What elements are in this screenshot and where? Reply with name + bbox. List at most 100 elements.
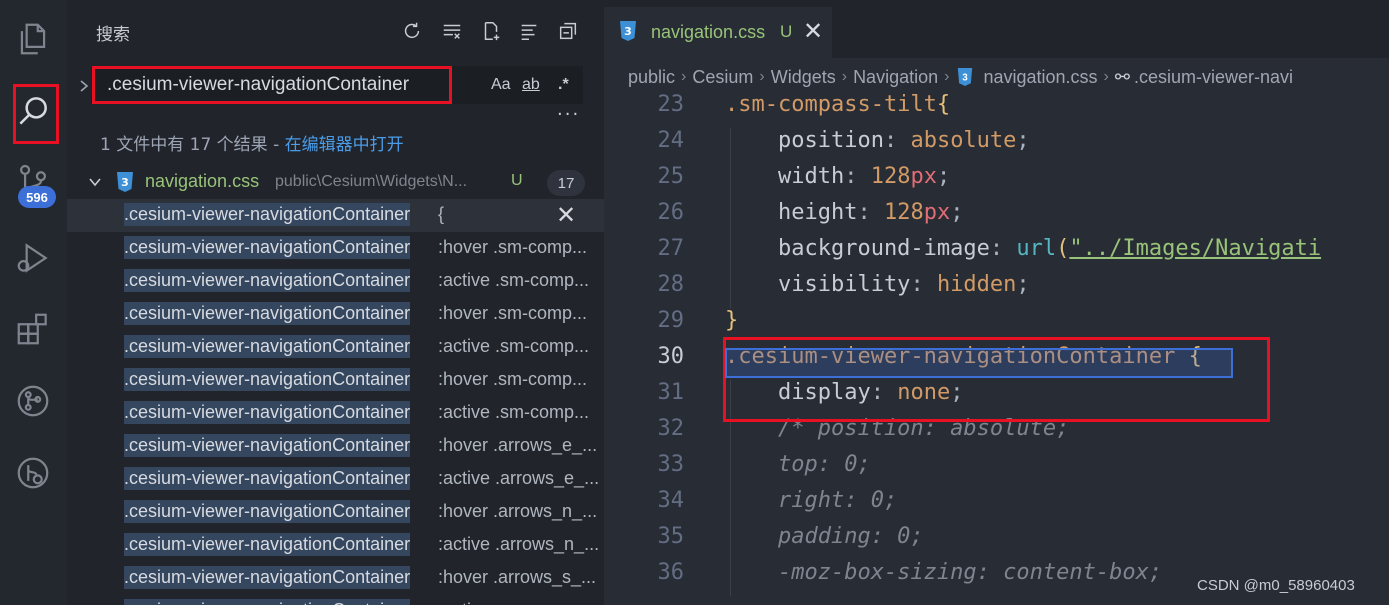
run-debug-icon[interactable] xyxy=(8,233,58,283)
code-line: height: 128px; xyxy=(725,200,963,225)
code-line: right: 0; xyxy=(725,488,897,513)
result-file-row[interactable]: 3 navigation.css public\Cesium\Widgets\N… xyxy=(67,168,604,198)
match-case-option[interactable]: Aa xyxy=(491,72,511,98)
breadcrumb-item[interactable]: Widgets xyxy=(771,67,836,88)
new-search-editor-icon[interactable] xyxy=(478,18,504,44)
code-token: } xyxy=(725,308,739,333)
result-match-text: .cesium-viewer-navigationContainer xyxy=(124,599,411,605)
result-match-text: .cesium-viewer-navigationContainer xyxy=(124,203,411,226)
search-result-item[interactable]: .cesium-viewer-navigationContainer :activ… xyxy=(67,397,604,430)
line-number: 32 xyxy=(657,416,685,441)
breadcrumb-separator-icon: › xyxy=(759,68,765,85)
result-match-text: .cesium-viewer-navigationContainer xyxy=(124,500,411,523)
use-regex-option[interactable]: .* xyxy=(558,72,569,98)
result-file-name: navigation.css xyxy=(145,171,260,191)
breadcrumb-item[interactable]: Cesium xyxy=(692,67,753,88)
code-token: absolute xyxy=(910,128,1017,153)
line-number: 34 xyxy=(657,488,685,513)
search-result-item[interactable]: .cesium-viewer-navigationContainer:activ… xyxy=(67,331,604,364)
code-token: 128 xyxy=(870,164,911,189)
result-context-text: :hover .arrows_s_... xyxy=(438,567,597,587)
search-result-item[interactable]: .cesium-viewer-navigationContainer:activ… xyxy=(67,463,604,496)
search-result-item[interactable]: .cesium-viewer-navigationContainer :activ… xyxy=(67,529,604,562)
refresh-icon[interactable] xyxy=(399,18,425,44)
result-context-text: :active .arrows_e_... xyxy=(438,468,600,488)
search-result-item[interactable]: .cesium-viewer-navigationContainer:hover… xyxy=(67,364,604,397)
line-number: 31 xyxy=(657,380,685,405)
result-count-badge: 17 xyxy=(547,170,585,196)
result-context-text: :hover .sm-comp... xyxy=(438,237,588,257)
breadcrumb-item[interactable]: Navigation xyxy=(853,67,938,88)
line-number: 30 xyxy=(657,344,685,369)
result-context-text: :active .sm-comp... xyxy=(438,402,590,422)
search-result-item[interactable]: .cesium-viewer-navigationContainer:hover… xyxy=(67,430,604,463)
search-result-item[interactable]: .cesium-viewer-navigationContainer {✕ xyxy=(67,199,604,232)
code-token: width xyxy=(725,164,845,189)
code-token: ; xyxy=(1016,128,1030,153)
chevron-down-icon[interactable] xyxy=(87,174,103,190)
result-file-status: U xyxy=(511,172,523,189)
view-as-tree-icon[interactable] xyxy=(516,18,542,44)
clear-results-icon[interactable] xyxy=(439,18,465,44)
toggle-replace-icon[interactable] xyxy=(77,76,91,96)
code-token: url xyxy=(1016,236,1057,261)
sidebar-title: 搜索 xyxy=(96,25,130,45)
line-number: 26 xyxy=(657,200,685,225)
result-match-text: .cesium-viewer-navigationContainer xyxy=(124,269,411,292)
code-token: : xyxy=(989,236,1017,261)
match-whole-word-option[interactable]: ab xyxy=(522,72,540,98)
result-context-text: :active .arrows_n_... xyxy=(438,534,600,554)
symbol-class-icon: ⚯ xyxy=(1114,66,1130,87)
watermark: CSDN @m0_58960403 xyxy=(1197,577,1355,594)
close-icon[interactable]: ✕ xyxy=(803,17,823,45)
selection-highlight xyxy=(725,348,1233,378)
explorer-icon[interactable] xyxy=(8,14,58,64)
breadcrumb-item[interactable]: .cesium-viewer-navi xyxy=(1134,67,1293,88)
search-result-item[interactable]: .cesium-viewer-navigationContainer :activ… xyxy=(67,595,604,605)
svg-text:3: 3 xyxy=(624,25,632,38)
search-input[interactable] xyxy=(92,66,452,104)
search-result-item[interactable]: .cesium-viewer-navigationContainer:hover… xyxy=(67,232,604,265)
search-result-item[interactable]: .cesium-viewer-navigationContainer:activ… xyxy=(67,265,604,298)
source-control-badge: 596 xyxy=(18,186,56,208)
result-match-text: .cesium-viewer-navigationContainer xyxy=(124,533,411,556)
breadcrumb-item[interactable]: navigation.css xyxy=(983,67,1097,88)
code-line: -moz-box-sizing: content-box; xyxy=(725,560,1162,585)
collapse-all-icon[interactable] xyxy=(555,18,581,44)
tab-status: U xyxy=(780,22,793,41)
css-file-icon: 3 xyxy=(955,66,975,88)
code-token: "../Images/Navigati xyxy=(1069,236,1322,261)
result-match-text: .cesium-viewer-navigationContainer xyxy=(124,434,411,457)
more-options-icon[interactable]: ··· xyxy=(557,104,580,125)
tab-navigation-css[interactable]: 3 navigation.css U ✕ xyxy=(604,7,832,58)
code-token: ; xyxy=(1016,272,1030,297)
code-token: .sm-compass-tilt xyxy=(725,92,937,117)
result-context-text: :hover .sm-comp... xyxy=(438,369,588,389)
search-result-item[interactable]: .cesium-viewer-navigationContainer:hover… xyxy=(67,298,604,331)
extensions-icon[interactable] xyxy=(8,304,58,354)
code-token: height xyxy=(725,200,858,225)
dismiss-result-icon[interactable]: ✕ xyxy=(556,201,576,230)
result-match-text: .cesium-viewer-navigationContainer xyxy=(124,401,411,424)
git-graph-icon[interactable] xyxy=(8,376,58,426)
line-number: 28 xyxy=(657,272,685,297)
search-result-item[interactable]: .cesium-viewer-navigationContainer:hover… xyxy=(67,562,604,595)
result-context-text: :active .sm-comp... xyxy=(438,336,590,356)
css-file-icon: 3 xyxy=(618,20,638,42)
breadcrumb: public › Cesium › Widgets › Navigation › 3 naviga… xyxy=(628,64,1293,90)
search-result-item[interactable]: .cesium-viewer-navigationContainer:hover… xyxy=(67,496,604,529)
line-number: 27 xyxy=(657,236,685,261)
breadcrumb-item[interactable]: public xyxy=(628,67,675,88)
breadcrumb-separator-icon: › xyxy=(1103,68,1109,85)
remote-explorer-icon[interactable] xyxy=(8,448,58,498)
svg-text:3: 3 xyxy=(121,176,129,189)
code-token: ( xyxy=(1056,236,1070,261)
open-in-editor-link[interactable]: 在编辑器中打开 xyxy=(285,135,404,155)
code-token: ; xyxy=(936,164,951,189)
code-line: visibility: hidden; xyxy=(725,272,1030,297)
code-line: padding: 0; xyxy=(725,524,924,549)
code-line: top: 0; xyxy=(725,452,871,477)
result-context-text: :active .arrows_s_... xyxy=(438,600,600,605)
line-number: 23 xyxy=(657,92,685,117)
line-number: 33 xyxy=(657,452,685,477)
